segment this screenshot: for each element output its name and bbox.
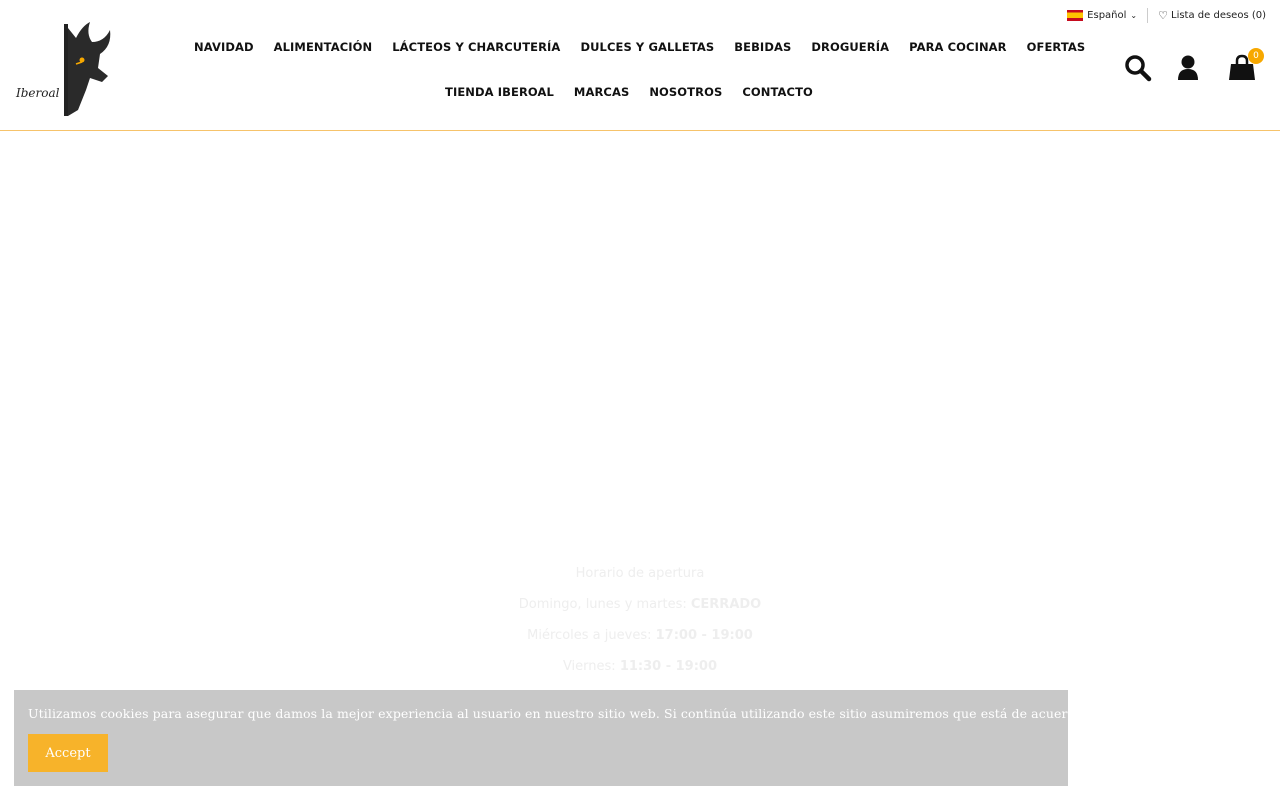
nav-dulces-galletas[interactable]: DULCES Y GALLETAS (580, 40, 714, 54)
chevron-down-icon: ⌄ (1130, 11, 1138, 20)
hours-line-3: Viernes: 11:30 - 19:00 (562, 659, 718, 674)
nav-navidad[interactable]: NAVIDAD (194, 40, 254, 54)
main-nav-row-1: NAVIDAD ALIMENTACIÓN LÁCTEOS Y CHARCUTER… (194, 40, 1085, 54)
spain-flag-icon (1067, 10, 1084, 21)
nav-drogueria[interactable]: DROGUERÍA (811, 40, 889, 54)
wishlist-label: Lista de deseos (0) (1171, 10, 1266, 21)
nav-para-cocinar[interactable]: PARA COCINAR (909, 40, 1007, 54)
main-nav-row-2: TIENDA IBEROAL MARCAS NOSOTROS CONTACTO (445, 85, 813, 99)
account-button[interactable] (1176, 54, 1204, 82)
search-icon (1125, 55, 1152, 82)
language-label: Español (1087, 10, 1127, 21)
nav-nosotros[interactable]: NOSOTROS (649, 85, 722, 99)
hours-line-2: Miércoles a jueves: 17:00 - 19:00 (527, 628, 753, 643)
header-icons: 0 (1124, 48, 1264, 82)
wishlist-link[interactable]: ♡ Lista de deseos (0) (1148, 9, 1266, 22)
hours-title: Horario de apertura (575, 566, 705, 581)
cookie-message: Utilizamos cookies para asegurar que dam… (28, 706, 1088, 721)
heart-icon: ♡ (1158, 9, 1168, 22)
top-bar: Español ⌄ ♡ Lista de deseos (0) (1067, 8, 1266, 23)
nav-ofertas[interactable]: OFERTAS (1027, 40, 1086, 54)
logo-text: Iberoal (16, 86, 60, 100)
nav-lacteos-charcuteria[interactable]: LÁCTEOS Y CHARCUTERÍA (392, 40, 560, 54)
cart-button[interactable]: 0 (1228, 48, 1264, 82)
hours-line-1: Domingo, lunes y martes: CERRADO (518, 597, 762, 612)
bull-logo-icon (64, 22, 111, 116)
nav-alimentacion[interactable]: ALIMENTACIÓN (274, 40, 373, 54)
nav-contacto[interactable]: CONTACTO (742, 85, 813, 99)
site-header: Iberoal NAVIDAD ALIMENTACIÓN LÁCTEOS Y C… (0, 0, 1280, 131)
language-selector[interactable]: Español ⌄ (1067, 8, 1149, 23)
cart-count-badge: 0 (1248, 48, 1264, 64)
cookie-banner: Utilizamos cookies para asegurar que dam… (14, 690, 1087, 786)
accept-cookies-button[interactable]: Accept (28, 734, 108, 772)
user-icon (1178, 55, 1198, 80)
opening-hours: Horario de apertura Domingo, lunes y mar… (440, 558, 840, 682)
site-logo[interactable]: Iberoal (16, 20, 114, 118)
nav-bebidas[interactable]: BEBIDAS (734, 40, 791, 54)
nav-marcas[interactable]: MARCAS (574, 85, 629, 99)
nav-tienda-iberoal[interactable]: TIENDA IBEROAL (445, 85, 554, 99)
search-button[interactable] (1124, 54, 1152, 82)
